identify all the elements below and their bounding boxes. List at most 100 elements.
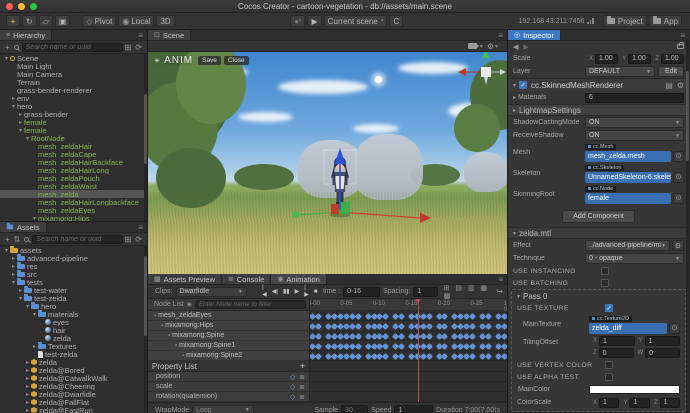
keyframe-icon[interactable]: [354, 352, 362, 360]
add-component-button[interactable]: Add Component: [562, 209, 635, 223]
3d-toggle[interactable]: 3D: [156, 15, 175, 27]
keyframe-icon[interactable]: [500, 322, 507, 330]
asset-node[interactable]: ▾ assets: [0, 246, 147, 254]
keyframe-icon[interactable]: [468, 312, 477, 320]
main-texture-ref-field[interactable]: zelda_diff: [589, 322, 667, 334]
refresh-scene-button[interactable]: C: [389, 15, 404, 27]
expand-icon[interactable]: ▸: [24, 407, 31, 413]
asset-node[interactable]: ▸ res: [0, 262, 147, 270]
use-vertex-color-checkbox[interactable]: [605, 361, 613, 369]
gizmo-settings-icon[interactable]: ⚙: [487, 42, 494, 51]
expand-icon[interactable]: ▸: [10, 271, 17, 278]
tab-animation[interactable]: ◉ Animation: [271, 274, 327, 284]
refresh-icon[interactable]: ⟳: [135, 43, 142, 52]
keyframe-icon[interactable]: [484, 352, 492, 360]
keyframe-icon[interactable]: [315, 312, 323, 320]
keyframe-icon[interactable]: [398, 312, 406, 320]
asset-node[interactable]: ▸ zelda@CatwalkWalk: [0, 374, 147, 382]
nav-forward-icon[interactable]: ▶: [523, 43, 528, 51]
move-tool-button[interactable]: +: [6, 15, 20, 27]
hierarchy-search-input[interactable]: Search name or uuid: [21, 42, 123, 52]
picker-icon[interactable]: ⊙: [673, 192, 684, 204]
property-keyframe-lane[interactable]: [310, 392, 507, 402]
add-property-button[interactable]: +: [300, 361, 305, 371]
picker-icon[interactable]: ⊙: [673, 171, 684, 183]
keyframe-icon[interactable]: [315, 332, 323, 340]
gizmo-red-arrow[interactable]: [420, 212, 431, 224]
color-scale-y-input[interactable]: 1: [629, 397, 650, 408]
keyframe-icon[interactable]: [398, 332, 406, 340]
keyframe-icon[interactable]: [315, 342, 323, 350]
expand-all-icon[interactable]: ⊞: [125, 235, 132, 244]
picker-icon[interactable]: ⊙: [669, 322, 680, 334]
property-menu-icon[interactable]: ≣: [299, 373, 305, 381]
keyframe-icon[interactable]: [500, 312, 507, 320]
tab-assets-preview[interactable]: ▦ Assets Preview: [148, 274, 222, 284]
tab-console[interactable]: ≣ Console: [221, 274, 272, 284]
collapse-icon[interactable]: ▾: [10, 279, 17, 286]
tab-inspector[interactable]: ◎ Inspector: [508, 30, 561, 40]
tiling-y-input[interactable]: 1: [644, 336, 680, 346]
gizmo-green-handle[interactable]: [293, 211, 299, 218]
spacing-input[interactable]: 1: [413, 286, 438, 297]
keyframe-icon[interactable]: [398, 342, 406, 350]
keyframe-icon[interactable]: [441, 332, 449, 340]
expand-icon[interactable]: ▸: [17, 111, 24, 118]
color-scale-x-input[interactable]: 1: [599, 397, 620, 408]
scene-menu-icon[interactable]: ≡: [494, 30, 507, 40]
sort-icon[interactable]: ⇅: [14, 235, 21, 244]
asset-node[interactable]: ▸ zelda@FastRun: [0, 406, 147, 413]
keyframe-icon[interactable]: [441, 342, 449, 350]
hierarchy-node[interactable]: mesh_zeldaHairLongbackface: [0, 198, 147, 206]
step-forward-button[interactable]: |▶: [302, 285, 312, 298]
layer-select[interactable]: DEFAULT ▼: [585, 66, 655, 77]
local-toggle[interactable]: ◉ Local: [118, 15, 155, 27]
materials-count-input[interactable]: 6: [585, 92, 684, 103]
keyframe-lane[interactable]: [310, 321, 507, 331]
assets-menu-icon[interactable]: ≡: [134, 222, 147, 232]
asset-node[interactable]: eyes: [0, 318, 147, 326]
pause-button[interactable]: ▮▮: [280, 288, 292, 295]
inspector-menu-icon[interactable]: ≡: [676, 30, 689, 40]
keyframe-icon[interactable]: [500, 352, 507, 360]
timeline-node-row[interactable]: ▪ mixamorig:Spine1: [148, 341, 309, 351]
node-list-options-icon[interactable]: ◉: [187, 301, 192, 308]
clip-select[interactable]: DwarfIdle ▼: [175, 286, 247, 297]
keyframe-icon[interactable]: [398, 352, 406, 360]
node-filter-input[interactable]: Enter Node name to filter: [194, 300, 306, 309]
tiling-w-input[interactable]: 0: [645, 348, 680, 358]
pivot-toggle[interactable]: ◇ Pivot: [82, 15, 117, 27]
chevron-down-icon[interactable]: ▾: [480, 43, 483, 50]
keyframe-icon[interactable]: [425, 312, 433, 320]
material-section-header[interactable]: ▾ zelda.mtl: [508, 227, 689, 239]
exit-anim-icon[interactable]: ↪: [496, 287, 503, 296]
hierarchy-node[interactable]: mesh_zeldaWaist: [0, 182, 147, 190]
collapse-icon[interactable]: ▾: [10, 103, 17, 110]
playhead[interactable]: [415, 299, 422, 402]
keyframe-icon[interactable]: [500, 342, 507, 350]
asset-node[interactable]: ▾ hero: [0, 302, 147, 310]
technique-select[interactable]: 0 - opaque ▼: [585, 253, 684, 264]
effect-gear-icon[interactable]: ⚙: [672, 240, 684, 251]
rotate-tool-button[interactable]: ↻: [22, 15, 37, 27]
scale-tool-button[interactable]: ▱: [38, 15, 53, 27]
expand-icon[interactable]: ▸: [24, 391, 31, 398]
asset-node[interactable]: ▸ zelda@Bored: [0, 366, 147, 374]
collapse-icon[interactable]: ▾: [3, 247, 10, 254]
component-book-icon[interactable]: ▤: [665, 81, 673, 90]
keyframe-icon[interactable]: [468, 332, 477, 340]
asset-node[interactable]: ▸ zelda@FallFlat: [0, 398, 147, 406]
asset-node[interactable]: test-zelda: [0, 350, 147, 358]
expand-icon[interactable]: ▸: [513, 95, 516, 101]
property-menu-icon[interactable]: ≣: [299, 383, 305, 391]
collapse-icon[interactable]: ▾: [17, 127, 24, 134]
keyframe-icon[interactable]: [441, 322, 449, 330]
keyframe-icon[interactable]: [315, 322, 323, 330]
keyframe-icon[interactable]: [468, 352, 477, 360]
scene-select[interactable]: Current scene ▾: [323, 15, 388, 27]
scale-z-input[interactable]: 1.00: [660, 53, 684, 64]
rect-tool-button[interactable]: ▣: [54, 15, 71, 27]
asset-node[interactable]: ▸ test-water: [0, 286, 147, 294]
timeline-node-row[interactable]: ▪ mesh_zeldaEyes: [148, 311, 309, 321]
hierarchy-node[interactable]: ▾ mixamorig:Hips: [0, 214, 147, 221]
